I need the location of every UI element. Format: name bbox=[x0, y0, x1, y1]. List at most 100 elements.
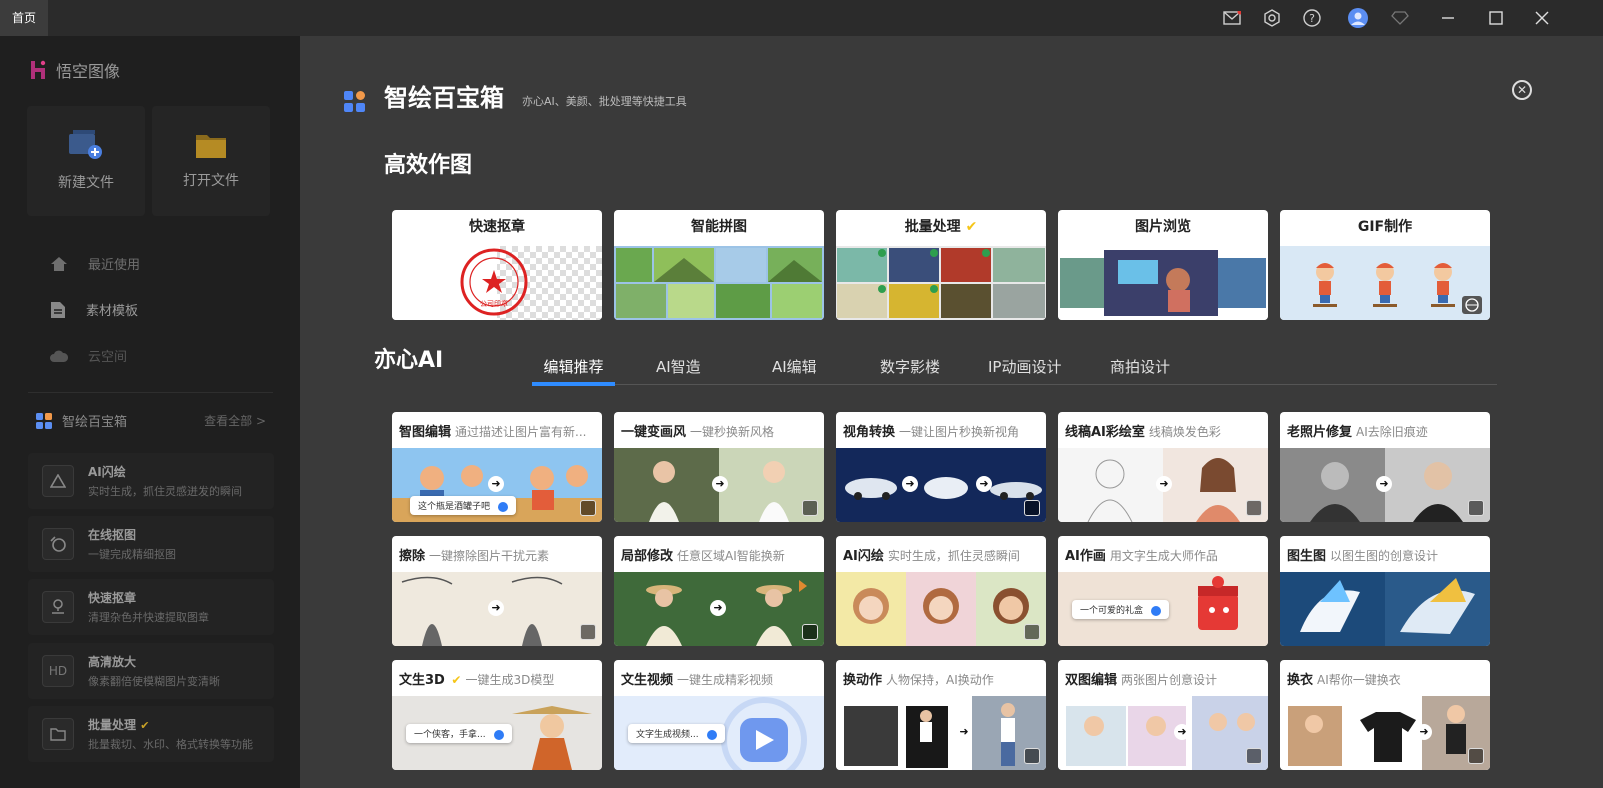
quick-tool-collage[interactable]: 智能拼图 bbox=[614, 210, 824, 320]
ai-card-desc: 两张图片创意设计 bbox=[1121, 673, 1218, 687]
panel-close-icon[interactable]: ✕ bbox=[1512, 80, 1532, 100]
ai-card-change-pose[interactable]: 换动作 人物保持，AI换动作 ➜ bbox=[836, 660, 1046, 770]
ai-card-desc: AI帮你一键换衣 bbox=[1317, 673, 1401, 687]
ai-card-change-clothes[interactable]: 换衣 AI帮你一键换衣 ➜ bbox=[1280, 660, 1490, 770]
tab-product-shoot[interactable]: 商拍设计 bbox=[1110, 347, 1170, 385]
ai-card-ai-paint[interactable]: AI作画 用文字生成大师作品 一个可爱的礼盒 bbox=[1058, 536, 1268, 646]
calendar-badge-icon bbox=[1024, 748, 1040, 764]
send-icon bbox=[498, 501, 509, 512]
ai-card-title-text: 视角转换 bbox=[843, 425, 896, 440]
see-all-link[interactable]: 查看全部 > bbox=[204, 412, 266, 429]
sidebar-card-ai-flash[interactable]: AI闪绘 实时生成，抓住灵感迸发的瞬间 bbox=[28, 453, 274, 509]
window-close-icon[interactable] bbox=[1530, 0, 1554, 36]
calendar-badge-icon bbox=[802, 500, 818, 516]
ai-card-desc: 通过描述让图片富有新... bbox=[455, 425, 587, 439]
ai-card-dual-edit[interactable]: 双图编辑 两张图片创意设计 ➜ bbox=[1058, 660, 1268, 770]
nav-cloud[interactable]: 云空间 bbox=[50, 346, 127, 365]
minimize-icon[interactable] bbox=[1436, 0, 1460, 36]
help-icon[interactable]: ? bbox=[1300, 0, 1324, 36]
tab-edit-recommend[interactable]: 编辑推荐 bbox=[532, 347, 615, 385]
nav-recent[interactable]: 最近使用 bbox=[50, 254, 140, 273]
ai-card-style-change[interactable]: 一键变画风 一键秒换新风格 ➜ bbox=[614, 412, 824, 522]
ai-card-title: 图生图 以图生图的创意设计 bbox=[1287, 545, 1483, 564]
sidebar-card-hd[interactable]: HD 高清放大 像素翻倍使模糊图片变清晰 bbox=[28, 643, 274, 699]
ai-card-title: 双图编辑 两张图片创意设计 bbox=[1065, 669, 1261, 688]
ai-card-title: 换衣 AI帮你一键换衣 bbox=[1287, 669, 1483, 688]
panel-subtitle: 亦心AI、美颜、批处理等快捷工具 bbox=[522, 95, 687, 108]
sidebar-card-desc: 像素翻倍使模糊图片变清晰 bbox=[88, 675, 220, 688]
calendar-badge-icon bbox=[580, 624, 596, 640]
settings-icon[interactable] bbox=[1260, 0, 1284, 36]
hd-icon: HD bbox=[42, 655, 74, 687]
tab-digital-studio[interactable]: 数字影楼 bbox=[880, 347, 940, 385]
quick-tool-label: GIF制作 bbox=[1357, 219, 1413, 235]
send-icon bbox=[493, 729, 504, 740]
app-logo: 悟空图像 bbox=[30, 58, 120, 82]
toolbox-icon bbox=[36, 412, 52, 429]
ai-card-title-text: 一键变画风 bbox=[621, 425, 687, 440]
nav-templates[interactable]: 素材模板 bbox=[50, 300, 138, 319]
quick-tool-label: 快速抠章 bbox=[469, 219, 525, 235]
prompt-input: 一个可爱的礼盒 bbox=[1072, 600, 1170, 619]
maximize-icon[interactable] bbox=[1484, 0, 1508, 36]
ai-card-title-text: 智图编辑 bbox=[399, 425, 452, 440]
ai-card-desc: 实时生成，抓住灵感瞬间 bbox=[887, 549, 1020, 563]
prompt-text: 一个可爱的礼盒 bbox=[1080, 606, 1144, 616]
vip-icon: ✔ bbox=[965, 219, 978, 235]
ai-card-smart-edit[interactable]: 智图编辑 通过描述让图片富有新... 这个瓶是酒罐子吧 ➜ bbox=[392, 412, 602, 522]
ai-card-title: AI闪绘 实时生成，抓住灵感瞬间 bbox=[843, 545, 1039, 564]
ai-card-lineart-color[interactable]: 线稿AI彩绘室 线稿焕发色彩 ➜ bbox=[1058, 412, 1268, 522]
ai-card-title: 文生3D ✔ 一键生成3D模型 bbox=[399, 669, 595, 688]
quick-tool-gif[interactable]: GIF制作 bbox=[1280, 210, 1490, 320]
send-icon bbox=[706, 729, 717, 740]
ai-card-text-to-video[interactable]: 文生视频 一键生成精彩视频 文字生成视频... bbox=[614, 660, 824, 770]
section-efficient-title: 高效作图 bbox=[384, 153, 473, 178]
ai-card-img2img[interactable]: 图生图 以图生图的创意设计 bbox=[1280, 536, 1490, 646]
prompt-input: 这个瓶是酒罐子吧 bbox=[410, 496, 517, 515]
panel-title: 智绘百宝箱 bbox=[384, 84, 504, 112]
ai-card-local-edit[interactable]: 局部修改 任意区域AI智能换新 ➜ bbox=[614, 536, 824, 646]
tab-ip-animation[interactable]: IP动画设计 bbox=[988, 347, 1061, 385]
avatar[interactable] bbox=[1346, 0, 1370, 36]
calendar-badge-icon bbox=[1468, 500, 1484, 516]
sidebar-card-batch[interactable]: 批量处理 ✔ 批量裁切、水印、格式转换等功能 bbox=[28, 706, 274, 762]
send-icon bbox=[1151, 605, 1162, 616]
batch-preview-image bbox=[836, 246, 1046, 320]
ai-card-erase[interactable]: 擦除 一键擦除图片干扰元素 ➜ bbox=[392, 536, 602, 646]
stamp-text: 公司印章 bbox=[480, 299, 508, 308]
new-file-button[interactable]: 新建文件 bbox=[27, 106, 145, 216]
ai-card-ai-flash[interactable]: AI闪绘 实时生成，抓住灵感瞬间 bbox=[836, 536, 1046, 646]
ai-card-view-convert[interactable]: 视角转换 一键让图片秒换新视角 ➜ ➜ bbox=[836, 412, 1046, 522]
sidebar-card-stamp[interactable]: 快速抠章 清理杂色并快速提取图章 bbox=[28, 579, 274, 635]
tab-ai-create[interactable]: AI智造 bbox=[656, 347, 701, 385]
calendar-badge-icon bbox=[802, 624, 818, 640]
arrow-right-icon: ➜ bbox=[902, 476, 918, 492]
ai-card-title-text: 局部修改 bbox=[621, 549, 674, 564]
ai-card-title-text: 换动作 bbox=[843, 673, 883, 688]
sidebar-card-desc: 清理杂色并快速提取图章 bbox=[88, 611, 209, 624]
app-window: 首页 ? 悟空图像 新建文件 打开文件 最近使用 素材模板 云空间 智绘百宝箱 … bbox=[0, 0, 1603, 788]
arrow-right-icon: ➜ bbox=[976, 476, 992, 492]
prompt-text: 这个瓶是酒罐子吧 bbox=[418, 502, 491, 512]
calendar-badge-icon bbox=[1246, 748, 1262, 764]
ai-card-text-to-3d[interactable]: 文生3D ✔ 一键生成3D模型 一个侠客，手拿... bbox=[392, 660, 602, 770]
vip-diamond-icon[interactable] bbox=[1388, 0, 1412, 36]
tab-home[interactable]: 首页 bbox=[0, 0, 48, 36]
ai-card-photo-restore[interactable]: 老照片修复 AI去除旧痕迹 ➜ bbox=[1280, 412, 1490, 522]
tab-ai-edit[interactable]: AI编辑 bbox=[772, 347, 817, 385]
arrow-right-icon: ➜ bbox=[956, 724, 972, 740]
open-file-button[interactable]: 打开文件 bbox=[152, 106, 270, 216]
ai-card-desc: 一键生成3D模型 bbox=[465, 673, 555, 687]
mail-icon[interactable] bbox=[1220, 0, 1244, 36]
cloud-icon bbox=[50, 350, 68, 362]
quick-tool-browse[interactable]: 图片浏览 bbox=[1058, 210, 1268, 320]
triangle-icon bbox=[42, 465, 74, 497]
ai-card-title: 擦除 一键擦除图片干扰元素 bbox=[399, 545, 595, 564]
sidebar-card-cutout[interactable]: 在线抠图 一键完成精细抠图 bbox=[28, 516, 274, 572]
quick-tool-stamp[interactable]: 快速抠章 公司印章 bbox=[392, 210, 602, 320]
quick-tool-batch[interactable]: 批量处理 ✔ bbox=[836, 210, 1046, 320]
ai-card-title-text: AI闪绘 bbox=[843, 549, 884, 564]
app-logo-icon bbox=[31, 60, 46, 79]
sidebar-card-desc: 一键完成精细抠图 bbox=[88, 548, 176, 561]
nav-recent-label: 最近使用 bbox=[88, 258, 141, 273]
